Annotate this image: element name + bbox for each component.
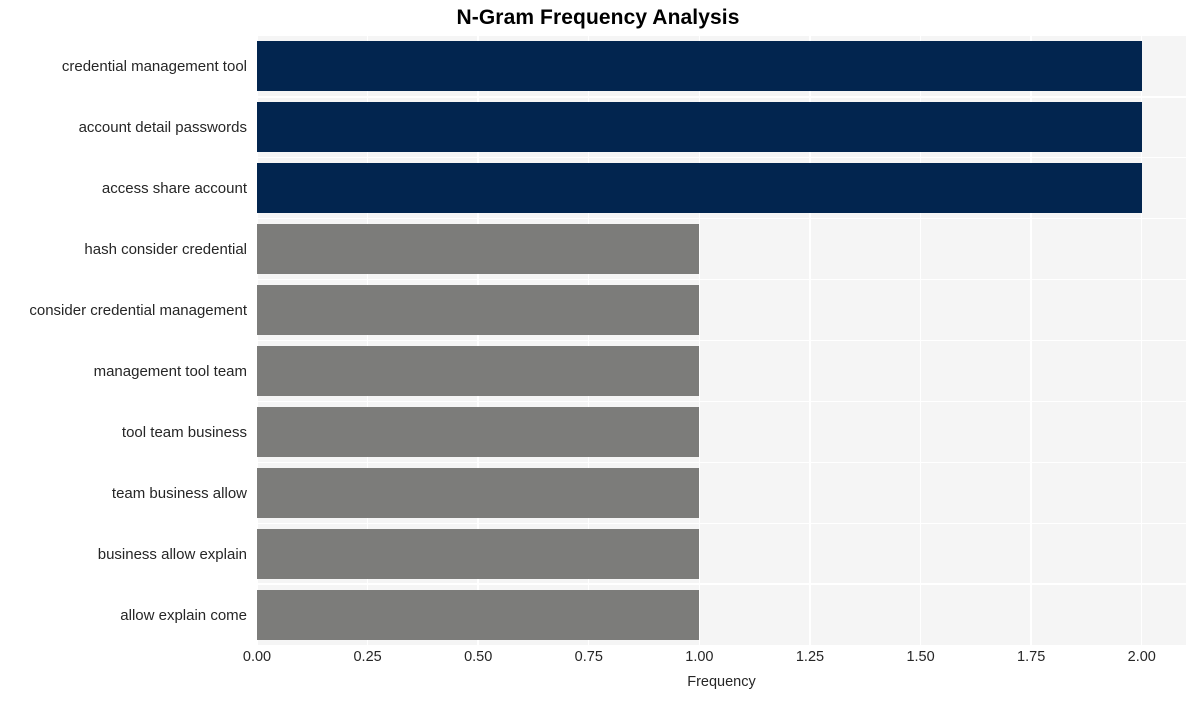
bar <box>257 224 700 275</box>
bar <box>257 285 700 336</box>
chart-figure: N-Gram Frequency Analysis credential man… <box>0 0 1196 701</box>
x-axis-tick-label: 0.25 <box>353 649 382 665</box>
bar <box>257 406 700 457</box>
bar <box>257 102 1142 153</box>
y-axis-tick-label: tool team business <box>121 423 247 441</box>
gridline-horizontal <box>257 339 1186 342</box>
bar <box>257 467 700 518</box>
y-axis-tick-label: consider credential management <box>29 302 247 320</box>
y-axis-tick-label: access share account <box>101 180 247 198</box>
chart-title: N-Gram Frequency Analysis <box>456 6 740 29</box>
gridline-horizontal <box>257 278 1186 281</box>
y-axis-tick-label: account detail passwords <box>78 119 247 137</box>
gridline-horizontal <box>257 218 1186 220</box>
x-axis-tick-label: 0.75 <box>574 649 603 665</box>
gridline-horizontal <box>257 583 1186 585</box>
x-axis-tick-label: 0.00 <box>242 649 272 665</box>
bar <box>257 345 700 396</box>
bar <box>257 528 700 579</box>
x-axis-tick-label: 1.50 <box>906 649 935 665</box>
bar <box>257 163 1142 214</box>
plot-area <box>257 36 1186 645</box>
y-axis-tick-labels: credential management tool account detail… <box>0 36 257 645</box>
bar <box>257 41 1142 92</box>
x-axis-tick-label: 1.00 <box>685 649 714 665</box>
bar <box>257 589 700 640</box>
y-axis-tick-label: credential management tool <box>61 58 247 76</box>
y-axis-tick-label: business allow explain <box>97 545 247 563</box>
gridline-horizontal <box>257 400 1186 403</box>
y-axis-tick-label: management tool team <box>93 362 247 380</box>
y-axis-tick-label: allow explain come <box>120 606 247 624</box>
x-axis-tick-label: 1.75 <box>1017 649 1046 665</box>
x-axis-title: Frequency <box>687 674 756 690</box>
x-axis-tick-label: 0.50 <box>464 649 493 665</box>
x-axis-tick-labels: 0.00 0.25 0.50 0.75 1.00 1.25 1.50 1.75 2.00 <box>243 648 1186 670</box>
x-axis-tick-label: 2.00 <box>1127 649 1156 665</box>
x-axis-tick-label: 1.25 <box>795 649 825 665</box>
gridline-horizontal <box>257 461 1186 463</box>
y-axis-tick-label: team business allow <box>111 484 247 502</box>
gridline-horizontal <box>257 157 1186 159</box>
gridline-horizontal <box>257 96 1186 98</box>
y-axis-tick-label: hash consider credential <box>84 241 247 259</box>
gridline-horizontal <box>257 522 1186 524</box>
